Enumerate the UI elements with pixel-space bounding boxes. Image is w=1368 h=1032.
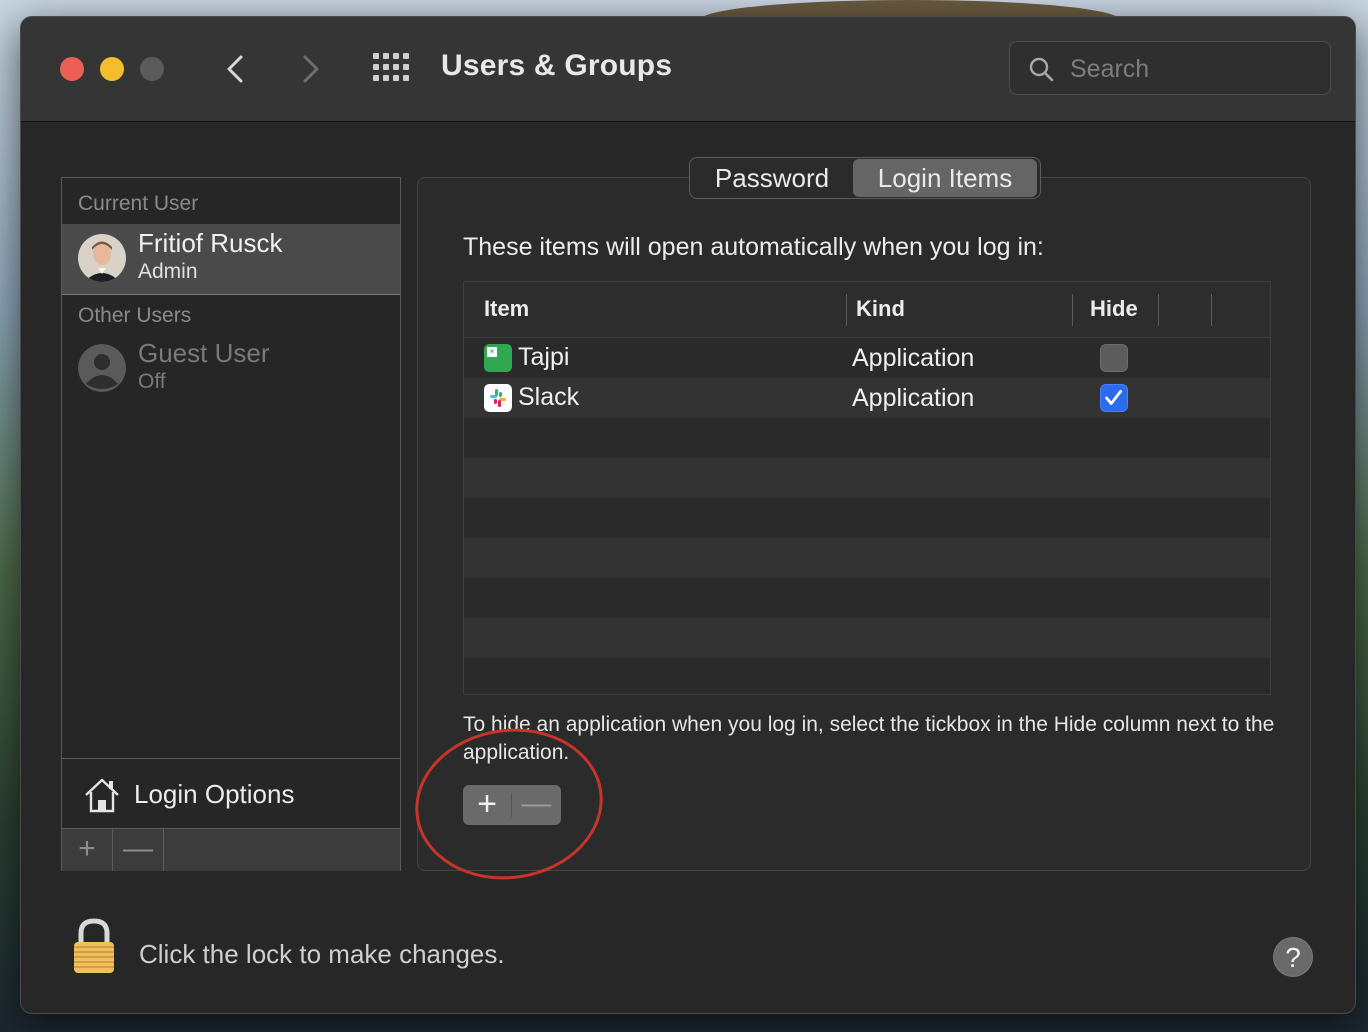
column-divider: [1158, 294, 1159, 326]
other-users-header: Other Users: [78, 304, 192, 327]
add-user-button[interactable]: +: [62, 829, 113, 871]
forward-chevron-icon[interactable]: [293, 51, 329, 87]
user-row-guest[interactable]: Guest User Off: [62, 334, 400, 404]
titlebar: Users & Groups: [21, 17, 1355, 122]
lock-status-text[interactable]: Click the lock to make changes.: [139, 939, 505, 970]
checkmark-icon: [1105, 390, 1122, 405]
table-header: Item Kind Hide: [464, 282, 1270, 338]
table-row[interactable]: * Tajpi Application: [464, 338, 1270, 378]
table-row-empty: [464, 418, 1270, 458]
sidebar-toolbar: + —: [62, 828, 400, 871]
zoom-button[interactable]: [140, 57, 164, 81]
user-row-current[interactable]: Fritiof Rusck Admin: [62, 224, 400, 295]
user-name: Fritiof Rusck: [138, 228, 283, 258]
window-title: Users & Groups: [441, 49, 673, 82]
avatar: [78, 234, 126, 282]
tab-login-items[interactable]: Login Items: [853, 159, 1037, 197]
svg-text:*: *: [490, 348, 495, 359]
users-sidebar: Current User Fritiof Rusck Admin Other U…: [61, 177, 401, 871]
hide-checkbox[interactable]: [1100, 344, 1128, 372]
table-row-empty: [464, 498, 1270, 538]
user-role: Admin: [138, 260, 198, 283]
table-row-empty: [464, 538, 1270, 578]
item-name: Tajpi: [518, 343, 570, 371]
back-chevron-icon[interactable]: [217, 51, 253, 87]
current-user-header: Current User: [78, 192, 199, 215]
tab-password[interactable]: Password: [691, 159, 853, 197]
column-divider: [1211, 294, 1212, 326]
help-button[interactable]: ?: [1273, 937, 1313, 977]
search-field[interactable]: [1009, 41, 1331, 95]
table-row-empty: [464, 618, 1270, 658]
minimize-button[interactable]: [100, 57, 124, 81]
guest-avatar-icon: [78, 344, 126, 392]
search-icon: [1029, 57, 1054, 82]
item-name: Slack: [518, 383, 580, 411]
table-row-empty: [464, 578, 1270, 618]
show-all-grid-icon[interactable]: [373, 53, 409, 83]
column-header-hide[interactable]: Hide: [1090, 296, 1138, 322]
table-row-empty: [464, 458, 1270, 498]
system-preferences-window: Users & Groups Current User Fritiof Ru: [20, 16, 1356, 1014]
house-icon: [85, 778, 119, 813]
tajpi-icon: *: [484, 344, 512, 372]
item-kind: Application: [852, 384, 975, 412]
lock-icon[interactable]: [71, 917, 117, 975]
login-options-button[interactable]: Login Options: [62, 758, 400, 829]
segmented-tabs: Password Login Items: [689, 157, 1041, 199]
slack-icon: [484, 384, 512, 412]
table-row-empty: [464, 658, 1270, 694]
column-divider: [846, 294, 847, 326]
login-items-table: Item Kind Hide * Tajpi Application Slack…: [463, 281, 1271, 695]
hide-checkbox[interactable]: [1100, 384, 1128, 412]
login-options-label: Login Options: [134, 779, 295, 809]
column-header-item[interactable]: Item: [484, 296, 529, 322]
user-name: Guest User: [138, 338, 270, 368]
item-kind: Application: [852, 344, 975, 372]
remove-user-button[interactable]: —: [113, 829, 164, 871]
column-header-kind[interactable]: Kind: [856, 296, 905, 322]
search-input[interactable]: [1068, 50, 1312, 88]
column-divider: [1072, 294, 1073, 326]
table-row[interactable]: Slack Application: [464, 378, 1270, 418]
login-items-intro: These items will open automatically when…: [463, 233, 1044, 261]
user-role: Off: [138, 370, 166, 393]
close-button[interactable]: [60, 57, 84, 81]
